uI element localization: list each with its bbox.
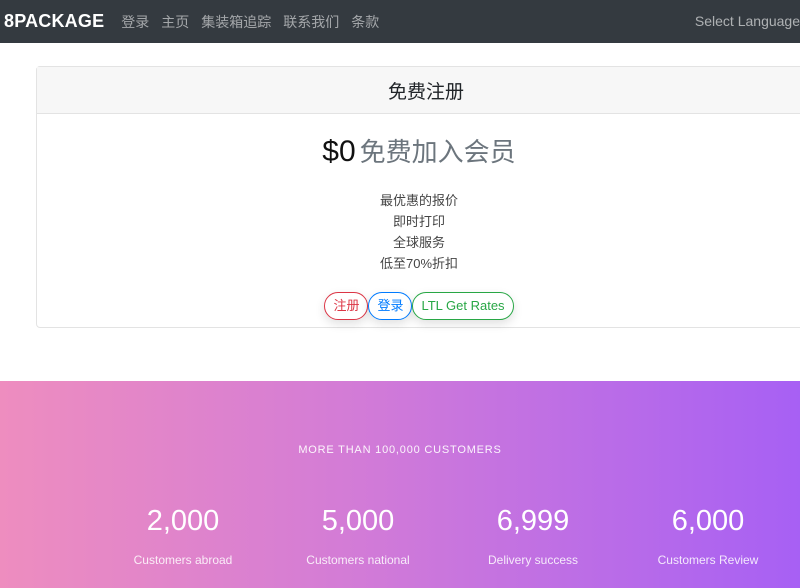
stats-section: MORE THAN 100,000 CUSTOMERS 2,000 Custom… <box>0 381 800 588</box>
stat-label: Customers Review <box>657 553 759 567</box>
stat-value: 6,999 <box>496 505 570 537</box>
feature-item: 即时打印 <box>392 214 445 229</box>
stat-label: Customers national <box>306 553 410 567</box>
register-button[interactable]: 注册 <box>324 292 369 320</box>
nav-link-container-tracking[interactable]: 集装箱追踪 <box>201 12 271 32</box>
feature-item: 最优惠的报价 <box>379 193 458 208</box>
feature-item: 低至70%折扣 <box>379 256 459 271</box>
stat-value: 2,000 <box>146 505 220 537</box>
stat-customers-review: 6,000 Customers Review <box>623 503 793 567</box>
stat-value: 6,000 <box>671 505 745 537</box>
language-selector[interactable]: Select Language <box>695 13 800 29</box>
feature-item: 全球服务 <box>392 235 445 250</box>
ltl-get-rates-button[interactable]: LTL Get Rates <box>412 292 514 320</box>
nav-link-contact[interactable]: 联系我们 <box>283 12 339 32</box>
navbar: 8PACKAGE 登录 主页 集装箱追踪 联系我们 条款 Select Lang… <box>0 0 800 43</box>
stats-heading: MORE THAN 100,000 CUSTOMERS <box>298 444 502 456</box>
card-header: 免费注册 <box>37 67 800 114</box>
nav-link-home[interactable]: 主页 <box>161 12 189 32</box>
stat-customers-national: 5,000 Customers national <box>273 503 443 567</box>
price-text: 免费加入会员 <box>359 137 516 167</box>
stat-delivery-success: 6,999 Delivery success <box>448 503 618 567</box>
price: $0 免费加入会员 <box>37 132 800 172</box>
nav-link-login[interactable]: 登录 <box>121 12 149 32</box>
signup-card: 免费注册 $0 免费加入会员 最优惠的报价 即时打印 全球服务 低至70%折扣 注… <box>36 66 800 328</box>
card-body: $0 免费加入会员 最优惠的报价 即时打印 全球服务 低至70%折扣 注册 登录 … <box>37 114 800 320</box>
stat-label: Delivery success <box>487 553 579 567</box>
stat-value: 5,000 <box>321 505 395 537</box>
login-button[interactable]: 登录 <box>368 292 413 320</box>
feature-list: 最优惠的报价 即时打印 全球服务 低至70%折扣 <box>37 190 800 274</box>
price-amount: $0 <box>322 135 356 168</box>
stat-customers-abroad: 2,000 Customers abroad <box>98 503 268 567</box>
button-group: 注册 登录 LTL Get Rates <box>37 292 800 320</box>
nav-links: 登录 主页 集装箱追踪 联系我们 条款 <box>121 12 391 32</box>
stat-label: Customers abroad <box>133 553 233 567</box>
brand-logo[interactable]: 8PACKAGE <box>4 11 104 32</box>
nav-link-terms[interactable]: 条款 <box>351 12 379 32</box>
